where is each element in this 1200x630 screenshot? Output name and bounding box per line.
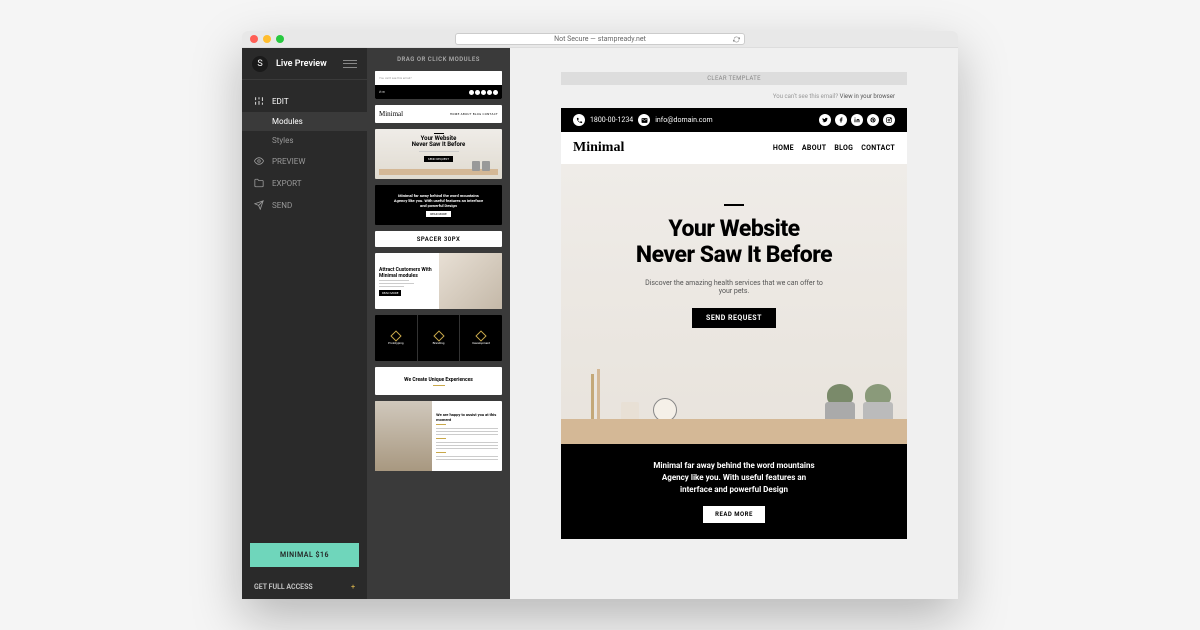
- pinterest-icon[interactable]: [867, 114, 879, 126]
- hero-subtitle: Discover the amazing health services tha…: [644, 279, 824, 295]
- read-more-button[interactable]: READ MORE: [703, 506, 765, 523]
- folder-icon: [254, 178, 264, 188]
- facebook-icon[interactable]: [835, 114, 847, 126]
- get-access-label: GET FULL ACCESS: [254, 583, 313, 591]
- url-security: Not Secure —: [554, 35, 596, 43]
- module-thumb-nav[interactable]: MinimalHOME ABOUT BLOG CONTACT: [375, 105, 502, 123]
- url-text: stampready.net: [598, 35, 646, 43]
- nav-edit-label: EDIT: [272, 97, 289, 106]
- buy-button[interactable]: MINIMAL $16: [250, 543, 359, 567]
- browser-window: Not Secure — stampready.net S Live Previ…: [242, 31, 958, 599]
- email-icon: [638, 114, 650, 126]
- nav-send-label: SEND: [272, 201, 292, 210]
- module-panel: DRAG OR CLICK MODULES You can't see this…: [367, 48, 510, 599]
- hero-section: Your Website Never Saw It Before Discove…: [561, 164, 907, 444]
- email-topbar: 1800-00-1234 info@domain.com: [561, 108, 907, 132]
- maximize-icon[interactable]: [276, 35, 284, 43]
- app-logo: S: [252, 56, 268, 72]
- module-panel-heading: DRAG OR CLICK MODULES: [375, 48, 502, 71]
- plus-icon: +: [351, 583, 355, 591]
- black-callout: Minimal far away behind the word mountai…: [561, 444, 907, 539]
- email-text: info@domain.com: [655, 116, 712, 124]
- url-bar[interactable]: Not Secure — stampready.net: [455, 33, 745, 45]
- linkedin-icon[interactable]: [851, 114, 863, 126]
- social-icons: [819, 114, 895, 126]
- titlebar: Not Secure — stampready.net: [242, 31, 958, 48]
- module-thumb-blackbox[interactable]: Minimal far away behind the word mountai…: [375, 185, 502, 225]
- sidebar-footer: MINIMAL $16: [242, 535, 367, 575]
- sidebar-header: S Live Preview: [242, 48, 367, 80]
- sliders-icon: [254, 96, 264, 106]
- module-thumb-team[interactable]: We are happy to assist you at this momen…: [375, 401, 502, 471]
- module-thumb-services[interactable]: Prototyping Branding Development: [375, 315, 502, 361]
- hero-title: Your Website Never Saw It Before: [581, 216, 887, 269]
- traffic-lights: [250, 35, 284, 43]
- send-request-button[interactable]: SEND REQUEST: [692, 308, 776, 328]
- reload-icon[interactable]: [733, 36, 740, 43]
- email-template: CLEAR TEMPLATE You can't see this email?…: [561, 72, 907, 539]
- sidebar-nav: EDIT Modules Styles PREVIEW EXPORT: [242, 80, 367, 535]
- clear-template-button[interactable]: CLEAR TEMPLATE: [561, 72, 907, 85]
- view-browser-link[interactable]: View in your browser: [840, 93, 895, 100]
- minimize-icon[interactable]: [263, 35, 271, 43]
- cant-see-text: You can't see this email?: [773, 93, 838, 100]
- browser-view-row: You can't see this email? View in your b…: [561, 85, 907, 108]
- hero-image: [561, 384, 907, 444]
- subnav-styles[interactable]: Styles: [242, 131, 367, 150]
- nav-export[interactable]: EXPORT: [242, 172, 367, 194]
- callout-text: Minimal far away behind the word mountai…: [591, 460, 877, 496]
- nav-preview-label: PREVIEW: [272, 157, 305, 166]
- nav-contact[interactable]: CONTACT: [861, 144, 895, 152]
- twitter-icon[interactable]: [819, 114, 831, 126]
- sidebar: S Live Preview EDIT Modules Styles P: [242, 48, 367, 599]
- nav-edit[interactable]: EDIT: [242, 90, 367, 112]
- nav-send[interactable]: SEND: [242, 194, 367, 216]
- nav-blog[interactable]: BLOG: [834, 144, 853, 152]
- phone-text: 1800-00-1234: [590, 116, 633, 124]
- module-thumb-spacer[interactable]: SPACER 30PX: [375, 231, 502, 247]
- close-icon[interactable]: [250, 35, 258, 43]
- email-nav: Minimal HOME ABOUT BLOG CONTACT: [561, 132, 907, 164]
- hero-divider: [724, 204, 744, 206]
- nav-preview[interactable]: PREVIEW: [242, 150, 367, 172]
- instagram-icon[interactable]: [883, 114, 895, 126]
- nav-home[interactable]: HOME: [773, 144, 794, 152]
- subnav-modules[interactable]: Modules: [242, 112, 367, 131]
- module-thumb-topbar[interactable]: You can't see this email? ✆ ✉: [375, 71, 502, 99]
- module-thumb-hero[interactable]: Your Website Never Saw It Before SEND RE…: [375, 129, 502, 179]
- get-access-row[interactable]: GET FULL ACCESS +: [242, 575, 367, 599]
- nav-export-label: EXPORT: [272, 179, 302, 188]
- brand-logo: Minimal: [573, 140, 624, 156]
- preview-area[interactable]: CLEAR TEMPLATE You can't see this email?…: [510, 48, 958, 599]
- menu-icon[interactable]: [343, 60, 357, 68]
- app-title: Live Preview: [276, 59, 335, 69]
- nav-about[interactable]: ABOUT: [802, 144, 826, 152]
- eye-icon: [254, 156, 264, 166]
- plane-icon: [254, 200, 264, 210]
- phone-icon: [573, 114, 585, 126]
- module-thumb-attract[interactable]: Attract Customers With Minimal modules R…: [375, 253, 502, 309]
- module-thumb-unique[interactable]: We Create Unique Experiences: [375, 367, 502, 395]
